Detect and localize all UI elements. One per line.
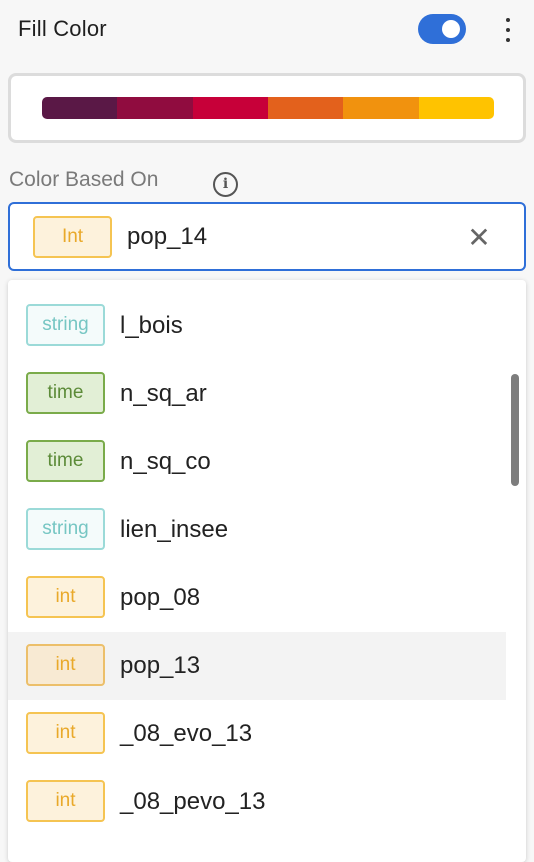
toggle-knob bbox=[442, 20, 460, 38]
scrollbar-thumb[interactable] bbox=[511, 374, 519, 486]
color-palette-selector[interactable] bbox=[8, 73, 526, 143]
dropdown-option[interactable]: int _08_evo_13 bbox=[8, 700, 506, 768]
palette-swatch bbox=[192, 97, 268, 119]
color-based-on-label: Color Based On bbox=[9, 168, 159, 191]
option-label: l_bois bbox=[120, 312, 183, 339]
palette-swatch bbox=[42, 97, 118, 119]
dropdown-option[interactable]: int _08_pevo_13 bbox=[8, 768, 506, 836]
dropdown-option[interactable]: int pop_08 bbox=[8, 564, 506, 632]
option-label: pop_13 bbox=[120, 652, 201, 679]
dropdown-option[interactable]: string l_bois bbox=[8, 292, 506, 360]
option-label: pop_08 bbox=[120, 584, 201, 611]
fill-color-header: Fill Color bbox=[0, 0, 534, 62]
dropdown-option[interactable]: time n_sq_ar bbox=[8, 360, 506, 428]
selected-field-value: pop_14 bbox=[127, 223, 208, 250]
field-type-tag: Int bbox=[33, 216, 112, 258]
field-type-tag: int bbox=[26, 712, 105, 754]
clear-icon[interactable]: ✕ bbox=[465, 224, 493, 252]
field-type-tag: time bbox=[26, 372, 105, 414]
palette-swatch bbox=[267, 97, 344, 119]
option-label: n_sq_ar bbox=[120, 380, 207, 407]
option-label: _08_evo_13 bbox=[120, 720, 253, 747]
palette-swatch bbox=[418, 97, 494, 119]
dropdown-option[interactable]: time n_sq_co bbox=[8, 428, 506, 496]
field-type-tag: time bbox=[26, 440, 105, 482]
dropdown-option[interactable]: string lien_insee bbox=[8, 496, 506, 564]
field-type-tag: int bbox=[26, 780, 105, 822]
field-dropdown-list: string l_bois time n_sq_ar time n_sq_co string… bbox=[8, 280, 526, 862]
info-icon[interactable]: i bbox=[213, 172, 238, 197]
fill-color-title: Fill Color bbox=[18, 16, 107, 41]
palette-swatch bbox=[117, 97, 193, 119]
fill-color-toggle[interactable] bbox=[418, 14, 466, 44]
dropdown-option[interactable]: int pop_13 bbox=[8, 632, 506, 700]
option-label: n_sq_co bbox=[120, 448, 211, 475]
option-label: _08_pevo_13 bbox=[120, 788, 266, 815]
option-label: lien_insee bbox=[120, 516, 229, 543]
field-type-tag: int bbox=[26, 576, 105, 618]
field-type-tag: string bbox=[26, 508, 105, 550]
field-type-tag: int bbox=[26, 644, 105, 686]
palette-swatch bbox=[343, 97, 419, 119]
field-type-tag: string bbox=[26, 304, 105, 346]
color-field-select[interactable]: Int pop_14 ✕ bbox=[8, 202, 526, 271]
more-options-icon[interactable] bbox=[500, 14, 516, 46]
color-palette bbox=[42, 97, 494, 119]
